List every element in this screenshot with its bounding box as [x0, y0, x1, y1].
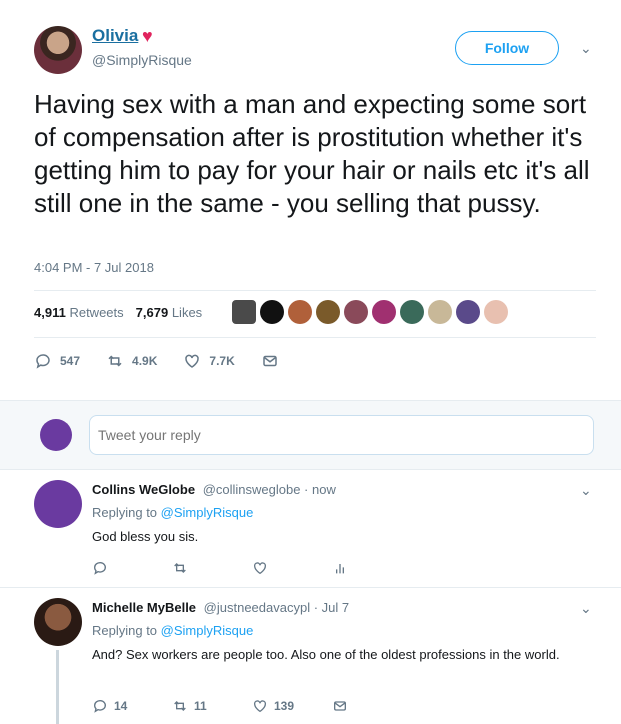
reply-author-name[interactable]: Michelle MyBelle	[92, 600, 196, 615]
heart-icon	[254, 700, 266, 713]
reply-button[interactable]	[92, 560, 172, 576]
tweet-stats: 4,911 Retweets 7,679 Likes	[34, 305, 202, 320]
thread-line	[56, 650, 59, 724]
avatar[interactable]	[484, 300, 508, 324]
avatar[interactable]	[232, 300, 256, 324]
likes-stat[interactable]: 7,679 Likes	[136, 305, 203, 320]
reply-button[interactable]: 14	[92, 698, 172, 714]
reply-actions: 14 11 139	[92, 698, 412, 714]
reply-count: 14	[114, 699, 128, 713]
reply-composer	[0, 400, 621, 470]
replying-to: Replying to @SimplyRisque	[92, 623, 254, 638]
avatar[interactable]	[34, 598, 82, 646]
divider	[34, 337, 596, 338]
reply-tweet[interactable]: Michelle MyBelle @justneedavacypl · Jul …	[0, 588, 621, 724]
reply-actions	[92, 560, 412, 576]
reply-author-handle[interactable]: @collinsweglobe	[203, 482, 301, 497]
like-button[interactable]	[252, 560, 332, 576]
reply-text: God bless you sis.	[92, 529, 199, 544]
like-count: 7.7K	[209, 354, 235, 368]
retweet-button[interactable]: 4.9K	[106, 352, 157, 370]
chevron-down-icon[interactable]: ⌄	[580, 40, 592, 57]
retweet-count: 11	[194, 699, 207, 713]
like-button[interactable]: 7.7K	[183, 352, 235, 370]
direct-message-button[interactable]	[332, 698, 412, 714]
chevron-down-icon[interactable]: ⌄	[580, 482, 592, 499]
direct-message-button[interactable]	[261, 352, 279, 370]
retweet-icon	[174, 563, 186, 573]
avatar[interactable]	[260, 300, 284, 324]
replying-to-link[interactable]: @SimplyRisque	[161, 505, 254, 520]
author-name[interactable]: Olivia	[92, 26, 138, 46]
reply-text: And? Sex workers are people too. Also on…	[92, 647, 560, 662]
avatar[interactable]	[288, 300, 312, 324]
envelope-icon	[334, 701, 346, 711]
avatar[interactable]	[34, 26, 82, 74]
avatar[interactable]	[316, 300, 340, 324]
envelope-icon	[263, 355, 277, 367]
reply-header: Collins WeGlobe @collinsweglobe · now	[92, 482, 336, 497]
tweet-text: Having sex with a man and expecting some…	[34, 89, 590, 218]
retweet-button[interactable]	[172, 560, 252, 576]
reply-time[interactable]: Jul 7	[322, 600, 349, 615]
analytics-button[interactable]	[332, 560, 412, 576]
retweets-stat[interactable]: 4,911 Retweets	[34, 305, 124, 320]
reply-tweet[interactable]: Collins WeGlobe @collinsweglobe · now ⌄ …	[0, 470, 621, 588]
avatar[interactable]	[400, 300, 424, 324]
reply-button[interactable]: 547	[34, 352, 80, 370]
avatar[interactable]	[456, 300, 480, 324]
reply-icon	[94, 700, 106, 713]
reply-author-name[interactable]: Collins WeGlobe	[92, 482, 195, 497]
avatar	[40, 419, 72, 451]
reply-time[interactable]: now	[312, 482, 336, 497]
avatar[interactable]	[344, 300, 368, 324]
reply-input[interactable]	[89, 415, 594, 455]
heart-icon	[185, 354, 200, 368]
retweet-count: 4.9K	[132, 354, 158, 368]
author-handle[interactable]: @SimplyRisque	[92, 52, 192, 68]
like-count: 139	[274, 699, 295, 713]
follow-button[interactable]: Follow	[455, 31, 559, 65]
replying-to-link[interactable]: @SimplyRisque	[161, 623, 254, 638]
chevron-down-icon[interactable]: ⌄	[580, 600, 592, 617]
analytics-icon	[336, 564, 344, 574]
main-tweet: Olivia ♥ @SimplyRisque Follow ⌄ Having s…	[0, 0, 621, 400]
reply-header: Michelle MyBelle @justneedavacypl · Jul …	[92, 600, 350, 615]
retweet-button[interactable]: 11	[172, 698, 252, 714]
retweet-icon	[108, 355, 122, 367]
heart-icon	[254, 562, 266, 575]
liker-avatars	[232, 300, 508, 324]
tweet-timestamp[interactable]: 4:04 PM - 7 Jul 2018	[34, 260, 154, 275]
like-button[interactable]: 139	[252, 698, 332, 714]
reply-icon	[36, 354, 50, 369]
divider	[34, 290, 596, 291]
retweet-icon	[174, 701, 186, 711]
avatar[interactable]	[428, 300, 452, 324]
tweet-actions: 547 4.9K 7.7K	[34, 352, 305, 370]
reply-icon	[94, 562, 106, 575]
avatar[interactable]	[372, 300, 396, 324]
replying-to: Replying to @SimplyRisque	[92, 505, 254, 520]
reply-author-handle[interactable]: @justneedavacypl	[204, 600, 310, 615]
reply-count: 547	[60, 354, 81, 368]
heart-emoji: ♥	[142, 26, 153, 46]
avatar[interactable]	[34, 480, 82, 528]
